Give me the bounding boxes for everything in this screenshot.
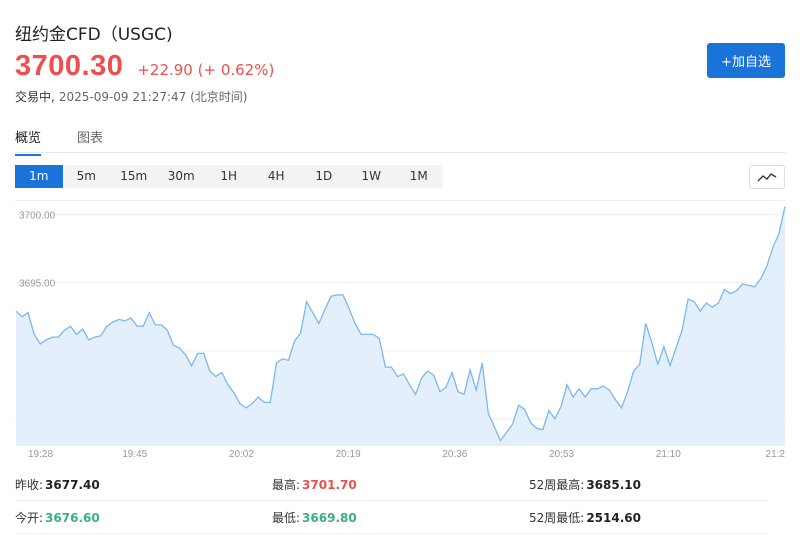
stats-divider (15, 533, 768, 534)
y-tick-label: 3700.00 (19, 211, 56, 222)
period-1d[interactable]: 1D (300, 165, 348, 188)
tab-divider (15, 152, 786, 153)
last-price: 3700.30 (15, 50, 124, 82)
stat-value: 3685.10 (586, 477, 641, 492)
stat-label: 52周最高: (529, 477, 585, 492)
stat-label: 最高: (272, 477, 301, 492)
period-1w[interactable]: 1W (348, 165, 396, 188)
x-tick-label: 19:28 (28, 449, 53, 460)
x-tick-label: 20:36 (442, 449, 467, 460)
stat-52w-high: 52周最高: 3685.10 (529, 476, 786, 493)
stat-52w-low: 52周最低: 2514.60 (529, 509, 786, 526)
stat-value: 3677.40 (45, 477, 100, 492)
price-row: 3700.30 +22.90 (+ 0.62%) (15, 50, 274, 83)
price-change: +22.90 (+ 0.62%) (137, 61, 274, 79)
instrument-title: 纽约金CFD（USGC) (15, 25, 173, 45)
period-1h[interactable]: 1H (205, 165, 253, 188)
stat-low: 最低: 3669.80 (272, 509, 529, 526)
x-tick-label: 21:10 (656, 449, 681, 460)
stats-row: 今开: 3676.60 最低: 3669.80 52周最低: 2514.60 (15, 501, 786, 533)
stat-open: 今开: 3676.60 (15, 509, 272, 526)
price-chart-svg: 3700.003695.003690.003685.0019:2819:4520… (15, 206, 786, 460)
period-selector: 1m 5m 15m 30m 1H 4H 1D 1W 1M (15, 165, 443, 188)
stat-label: 最低: (272, 510, 301, 525)
status-label: 交易中, (15, 90, 55, 104)
stat-label: 52周最低: (529, 510, 585, 525)
x-tick-label: 20:19 (336, 449, 361, 460)
stat-high: 最高: 3701.70 (272, 476, 529, 493)
price-area (16, 206, 785, 446)
stat-prev-close: 昨收: 3677.40 (15, 476, 272, 493)
period-1m[interactable]: 1m (15, 165, 63, 188)
stat-value: 3701.70 (302, 477, 357, 492)
chart-type-button[interactable] (749, 165, 785, 189)
price-chart[interactable]: 3700.003695.003690.003685.0019:2819:4520… (15, 200, 786, 465)
period-5m[interactable]: 5m (63, 165, 111, 188)
trading-status: 交易中, 2025-09-09 21:27:47 (北京时间) (15, 88, 247, 105)
stat-value: 2514.60 (586, 510, 641, 525)
stats-table: 昨收: 3677.40 最高: 3701.70 52周最高: 3685.10 今开: 3… (15, 468, 786, 534)
x-tick-label: 20:02 (229, 449, 254, 460)
stat-label: 昨收: (15, 477, 44, 492)
y-tick-label: 3695.00 (19, 279, 56, 290)
change-percent: (+ 0.62%) (197, 61, 275, 79)
x-tick-label: 21:2 (766, 449, 786, 460)
quote-timestamp: 2025-09-09 21:27:47 (北京时间) (58, 90, 248, 104)
period-30m[interactable]: 30m (158, 165, 206, 188)
add-to-watchlist-button[interactable]: +加自选 (707, 43, 785, 78)
x-tick-label: 20:53 (549, 449, 574, 460)
stat-label: 今开: (15, 510, 44, 525)
period-1mo[interactable]: 1M (395, 165, 443, 188)
line-chart-icon (757, 173, 777, 182)
x-tick-label: 19:45 (122, 449, 147, 460)
period-15m[interactable]: 15m (110, 165, 158, 188)
period-4h[interactable]: 4H (253, 165, 301, 188)
stat-value: 3669.80 (302, 510, 357, 525)
change-amount: +22.90 (137, 61, 193, 79)
stats-row: 昨收: 3677.40 最高: 3701.70 52周最高: 3685.10 (15, 468, 786, 500)
stat-value: 3676.60 (45, 510, 100, 525)
